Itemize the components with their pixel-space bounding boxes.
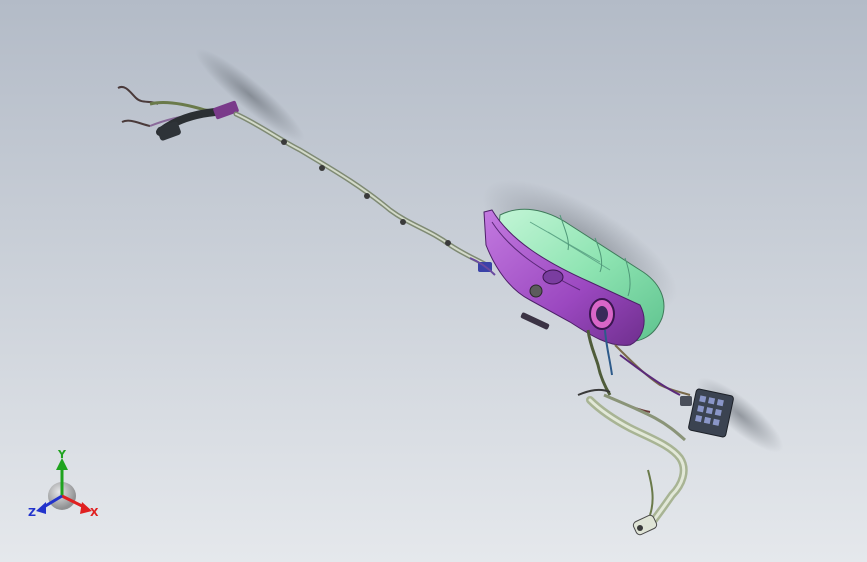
triad-z-label: Z [28, 506, 36, 519]
3d-scene[interactable]: Y X Z [0, 0, 867, 562]
triad-x-label: X [90, 506, 99, 519]
graphics-viewport[interactable]: Y X Z [0, 0, 867, 562]
triad-y-label: Y [57, 448, 67, 461]
viewport-background [0, 0, 867, 562]
